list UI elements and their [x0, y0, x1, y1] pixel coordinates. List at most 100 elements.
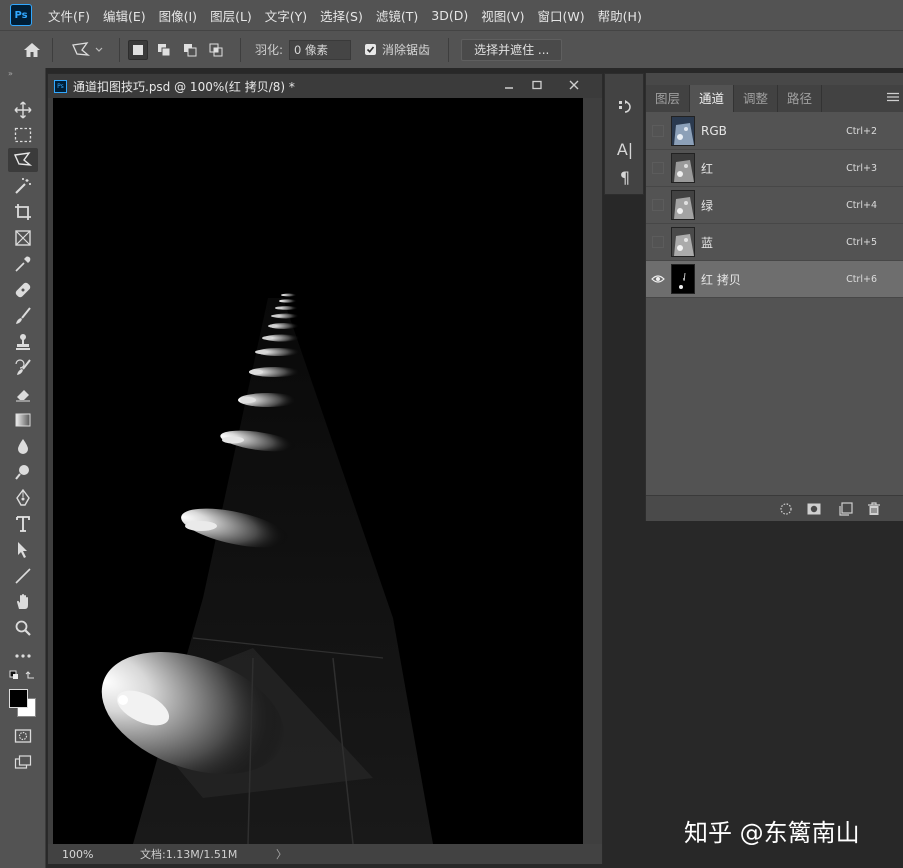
- line-tool[interactable]: [8, 564, 38, 588]
- channel-thumbnail: [671, 227, 695, 257]
- menu-window[interactable]: 窗口(W): [538, 6, 585, 25]
- feather-label: 羽化:: [255, 43, 284, 57]
- magnifier-icon: [15, 620, 31, 636]
- edit-toolbar-button[interactable]: [8, 644, 38, 668]
- color-swatches[interactable]: [8, 686, 38, 720]
- intersect-selection-button[interactable]: [206, 40, 226, 60]
- tab-adjustments[interactable]: 调整: [734, 85, 779, 112]
- tab-channels[interactable]: 通道: [690, 85, 735, 112]
- default-colors-button[interactable]: [8, 668, 38, 682]
- menu-select[interactable]: 选择(S): [320, 6, 363, 25]
- paragraph-panel-button[interactable]: ¶: [613, 166, 637, 188]
- quick-mask-button[interactable]: [8, 724, 38, 748]
- screen-mode-button[interactable]: [8, 750, 38, 774]
- rgb-thumbnail-image: [672, 117, 694, 145]
- brush-tool[interactable]: [8, 304, 38, 328]
- home-icon: [24, 42, 40, 57]
- frame-tool[interactable]: [8, 226, 38, 250]
- menu-filter[interactable]: 滤镜(T): [376, 6, 418, 25]
- channel-row-green[interactable]: 绿 Ctrl+4: [646, 187, 903, 224]
- subtract-from-selection-button[interactable]: [180, 40, 200, 60]
- eraser-icon: [16, 390, 30, 402]
- polygonal-lasso-icon: [13, 152, 33, 166]
- visibility-off-box: [652, 162, 664, 174]
- hand-tool[interactable]: [8, 590, 38, 614]
- document-tab[interactable]: Ps 通道扣图技巧.psd @ 100%(红 拷贝/8) *: [48, 74, 602, 98]
- eyedropper-tool[interactable]: [8, 252, 38, 276]
- visibility-toggle[interactable]: [646, 150, 670, 187]
- visibility-toggle[interactable]: [646, 187, 670, 224]
- antialias-label: 消除锯齿: [382, 43, 431, 57]
- save-selection-as-channel-button[interactable]: [806, 501, 822, 517]
- menu-layer[interactable]: 图层(L): [210, 6, 252, 25]
- eraser-tool[interactable]: [8, 382, 38, 406]
- visibility-toggle[interactable]: [646, 261, 670, 298]
- tab-paths[interactable]: 路径: [778, 85, 823, 112]
- panel-menu-button[interactable]: [887, 91, 899, 102]
- path-selection-tool[interactable]: [8, 538, 38, 562]
- history-brush-tool[interactable]: [8, 356, 38, 380]
- load-channel-as-selection-button[interactable]: [778, 501, 794, 517]
- zoom-level[interactable]: 100%: [62, 848, 132, 861]
- status-bar: 100% 文档:1.13M/1.51M 〉: [48, 844, 602, 864]
- channel-row-rgb[interactable]: RGB Ctrl+2: [646, 113, 903, 150]
- collapse-toolbar-icon[interactable]: »: [0, 68, 45, 80]
- swap-colors-icon: [9, 670, 34, 679]
- blur-tool[interactable]: [8, 434, 38, 458]
- checkmark-icon: [366, 46, 375, 53]
- tool-preset-picker[interactable]: [71, 38, 111, 62]
- maximize-button[interactable]: [524, 77, 550, 93]
- panel-footer: [646, 495, 903, 521]
- separator: [448, 37, 450, 62]
- magic-wand-tool[interactable]: [8, 174, 38, 198]
- character-panel-button[interactable]: A|: [613, 138, 637, 160]
- dodge-tool[interactable]: [8, 460, 38, 484]
- zoom-tool[interactable]: [8, 616, 38, 640]
- menu-3d[interactable]: 3D(D): [431, 8, 468, 23]
- channel-name: 绿: [701, 198, 714, 213]
- menu-type[interactable]: 文字(Y): [265, 6, 307, 25]
- delete-channel-button[interactable]: [866, 501, 882, 517]
- new-selection-button[interactable]: [128, 39, 148, 60]
- visibility-toggle[interactable]: [646, 224, 670, 261]
- visibility-off-box: [652, 236, 664, 248]
- history-panel-button[interactable]: [613, 96, 637, 118]
- menu-image[interactable]: 图像(I): [159, 6, 197, 25]
- separator: [240, 37, 241, 62]
- channel-name: RGB: [701, 124, 727, 138]
- menu-help[interactable]: 帮助(H): [598, 6, 642, 25]
- tab-layers[interactable]: 图层: [646, 85, 691, 112]
- foreground-color-swatch[interactable]: [9, 689, 28, 708]
- menu-view[interactable]: 视图(V): [481, 6, 524, 25]
- channel-row-red-copy[interactable]: 红 拷贝 Ctrl+6: [646, 261, 903, 298]
- add-to-selection-button[interactable]: [154, 40, 174, 60]
- healing-brush-tool[interactable]: [8, 278, 38, 302]
- gradient-tool[interactable]: [8, 408, 38, 432]
- feather-input[interactable]: 0 像素: [289, 39, 352, 60]
- channel-row-red[interactable]: 红 Ctrl+3: [646, 150, 903, 187]
- document-title: 通道扣图技巧.psd @ 100%(红 拷贝/8) *: [73, 79, 295, 94]
- new-channel-button[interactable]: [838, 501, 854, 517]
- minimize-button[interactable]: [496, 77, 522, 93]
- pen-tool[interactable]: [8, 486, 38, 510]
- move-tool[interactable]: [8, 98, 38, 122]
- channel-shortcut: Ctrl+6: [846, 273, 877, 285]
- crop-tool[interactable]: [8, 200, 38, 224]
- channel-shortcut: Ctrl+4: [846, 199, 877, 211]
- lasso-tool[interactable]: [8, 148, 38, 172]
- status-menu-arrow[interactable]: 〉: [276, 846, 287, 862]
- close-button[interactable]: [561, 77, 587, 93]
- select-and-mask-button[interactable]: 选择并遮住 ...: [461, 38, 563, 61]
- menu-file[interactable]: 文件(F): [48, 6, 90, 25]
- antialias-checkbox[interactable]: [365, 44, 377, 55]
- home-button[interactable]: [20, 38, 44, 62]
- visibility-toggle[interactable]: [646, 113, 670, 150]
- menu-edit[interactable]: 编辑(E): [103, 6, 146, 25]
- clone-stamp-tool[interactable]: [8, 330, 38, 354]
- type-tool[interactable]: [8, 512, 38, 536]
- channel-row-blue[interactable]: 蓝 Ctrl+5: [646, 224, 903, 261]
- minimize-icon: [505, 87, 513, 89]
- document-canvas[interactable]: [53, 98, 583, 844]
- marquee-tool[interactable]: [8, 123, 38, 147]
- vertical-scrollbar[interactable]: [585, 98, 601, 844]
